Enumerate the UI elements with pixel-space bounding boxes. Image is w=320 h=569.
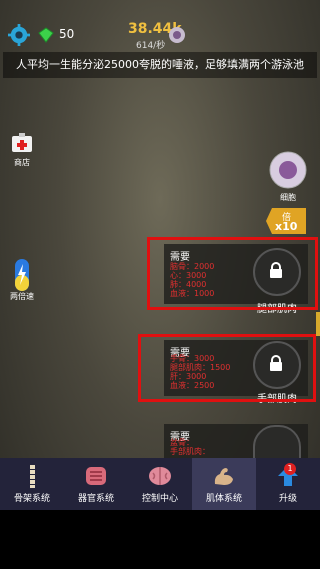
nav-label: 肌体系统 — [205, 494, 242, 504]
spine-icon — [30, 465, 35, 488]
shop-label: 商店 — [14, 158, 30, 167]
cell-button-icon[interactable] — [268, 150, 308, 190]
nav-organ-system[interactable]: 器官系统 — [64, 458, 128, 510]
double-speed-label: 两倍速 — [10, 292, 34, 301]
speed-capsule-icon[interactable] — [10, 258, 34, 292]
requirement-line: 盆骨： — [170, 438, 194, 447]
third-muscle-slot[interactable] — [253, 425, 301, 462]
settings-gear-icon[interactable] — [8, 24, 30, 46]
gem-icon — [38, 27, 54, 43]
muscle-arm-icon — [214, 468, 233, 485]
nav-control-center[interactable]: 控制中心 — [128, 458, 192, 510]
bottom-blank-area — [0, 510, 320, 569]
bottom-navigation: 骨架系统 器官系统 控制中心 肌体系统 升级 — [0, 458, 320, 510]
highlight-box — [147, 237, 318, 310]
brain-icon — [149, 467, 171, 485]
cell-icon — [169, 27, 185, 43]
intestine-icon — [86, 467, 106, 485]
nav-label: 控制中心 — [141, 494, 178, 504]
upgrade-badge: 1 — [284, 463, 296, 475]
nav-label: 升级 — [278, 494, 297, 504]
currency-rate: 614/秒 — [136, 41, 166, 51]
nav-label: 器官系统 — [77, 494, 114, 504]
fact-banner: 人平均一生能分泌25000夸脱的唾液，足够填满两个游泳池 — [3, 52, 317, 78]
cell-label: 细胞 — [280, 193, 296, 202]
nav-label: 骨架系统 — [13, 494, 50, 504]
highlight-box — [138, 334, 316, 402]
nav-skeleton-system[interactable]: 骨架系统 — [0, 458, 64, 510]
first-aid-kit-icon — [12, 133, 32, 152]
requirement-line: 手部肌肉： — [170, 447, 210, 456]
gem-count: 50 — [59, 27, 75, 41]
side-scroll-indicator — [316, 312, 320, 336]
nav-muscle-system[interactable]: 肌体系统 — [192, 458, 256, 510]
multiplier-value: x10 — [275, 220, 298, 233]
